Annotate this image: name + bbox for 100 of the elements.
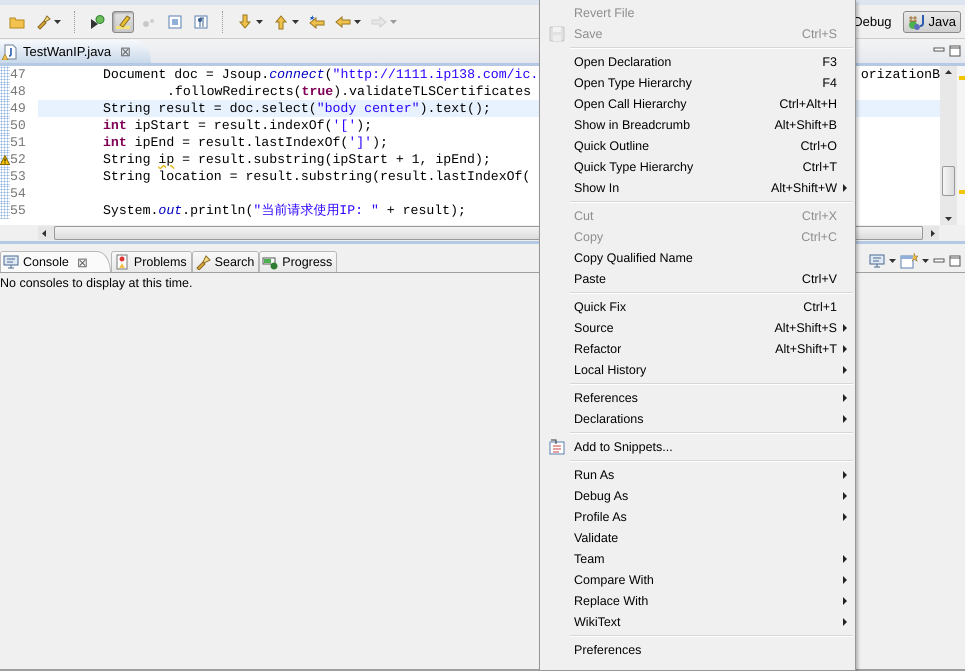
scroll-thumb[interactable]: [942, 166, 955, 196]
menu-item[interactable]: Compare With: [540, 569, 855, 590]
code-line: String result = doc.select("body center").text();: [103, 100, 491, 117]
view-tab[interactable]: Search: [192, 251, 260, 272]
scroll-left-icon[interactable]: [42, 230, 46, 236]
java-perspective-icon: [908, 14, 926, 30]
change-marker: [0, 202, 10, 219]
shortcut-text: Ctrl+O: [800, 138, 837, 152]
menu-item[interactable]: Quick Type Hierarchy Ctrl+T: [540, 156, 855, 177]
scroll-up-icon[interactable]: [945, 70, 952, 74]
frame-icon: [167, 14, 183, 30]
caret-icon: [922, 258, 929, 262]
play-badge-icon: [89, 14, 105, 30]
menu-item[interactable]: Debug As: [540, 485, 855, 506]
close-icon[interactable]: ⊠: [76, 254, 88, 270]
menu-item[interactable]: Source Alt+Shift+S: [540, 317, 855, 338]
arrow-down-icon: [237, 14, 253, 30]
menu-item[interactable]: Open Declaration F3: [540, 51, 855, 72]
menu-item[interactable]: WikiText: [540, 611, 855, 632]
code-line: .followRedirects(true).validateTLSCertificates: [167, 83, 532, 100]
menu-item[interactable]: Copy Qualified Name: [540, 247, 855, 268]
maximize-icon[interactable]: [949, 45, 961, 57]
menu-item[interactable]: Replace With: [540, 590, 855, 611]
menu-item[interactable]: Local History: [540, 359, 855, 380]
line-number: 53: [10, 168, 27, 185]
arrow-right-icon: [371, 14, 387, 30]
change-marker: [0, 117, 10, 134]
menu-item[interactable]: Open Type Hierarchy F4: [540, 72, 855, 93]
shortcut-text: Alt+Shift+W: [771, 180, 837, 194]
arrow-left-icon: [335, 14, 351, 30]
menu-item[interactable]: Team: [540, 548, 855, 569]
menu-item[interactable]: Profile As: [540, 506, 855, 527]
shortcut-text: Ctrl+S: [802, 26, 837, 40]
line-number: 47: [10, 66, 27, 83]
line-number: 50: [10, 117, 27, 134]
shortcut-text: Alt+Shift+B: [774, 118, 837, 132]
shortcut-text: Ctrl+C: [801, 230, 837, 244]
shortcut-text: Ctrl+X: [802, 208, 837, 222]
code-line: int ipStart = result.indexOf('[');: [103, 117, 372, 134]
new-window-icon[interactable]: [900, 252, 918, 270]
problems-icon: [114, 254, 130, 270]
menu-item[interactable]: Paste Ctrl+V: [540, 268, 855, 289]
flashlight-icon: [194, 254, 211, 270]
perspective-button[interactable]: Java: [902, 10, 961, 32]
shortcut-text: Ctrl+V: [802, 272, 837, 286]
change-marker: [0, 100, 10, 117]
shortcut-text: F4: [822, 76, 837, 90]
java-file-icon: [2, 44, 18, 60]
shortcut-text: F3: [822, 54, 837, 68]
annotation-marker: [959, 76, 965, 80]
caret-icon: [889, 258, 896, 262]
highlighter-icon: [115, 14, 131, 30]
minimize-icon[interactable]: [933, 256, 945, 266]
shortcut-text: Ctrl+1: [803, 300, 837, 314]
menu-item[interactable]: Quick Fix Ctrl+1: [540, 296, 855, 317]
menu-item[interactable]: Quick Outline Ctrl+O: [540, 135, 855, 156]
code-line: System.out.println("当前请求使用IP: " + result);: [103, 202, 466, 219]
menu-item[interactable]: Declarations: [540, 408, 855, 429]
menu-item[interactable]: Open Call Hierarchy Ctrl+Alt+H: [540, 93, 855, 114]
shortcut-text: Alt+Shift+S: [774, 320, 837, 334]
shortcut-text: Ctrl+Alt+H: [779, 96, 837, 110]
menu-item[interactable]: Show In Alt+Shift+W: [540, 177, 855, 198]
line-number: 49: [10, 100, 27, 117]
menu-item[interactable]: Add to Snippets...: [540, 436, 855, 457]
menu-item[interactable]: Validate: [540, 527, 855, 548]
line-number: 51: [10, 134, 27, 151]
flashlight-icon: [35, 14, 51, 30]
change-marker: [0, 66, 10, 83]
code-line: orizationB: [860, 66, 940, 83]
scroll-down-icon[interactable]: [945, 217, 952, 221]
view-tab[interactable]: Problems: [110, 251, 192, 272]
console-message: No consoles to display at this time.: [0, 275, 192, 290]
line-number: 54: [10, 185, 27, 202]
close-icon[interactable]: ⊠: [120, 44, 132, 59]
menu-item[interactable]: Refactor Alt+Shift+T: [540, 338, 855, 359]
monitor-icon: [3, 254, 19, 270]
view-tab[interactable]: Console ⊠: [0, 251, 111, 272]
line-number: 55: [10, 202, 27, 219]
maximize-icon[interactable]: [949, 254, 961, 266]
arrow-up-icon: [273, 14, 289, 30]
code-line: Document doc = Jsoup.connect("http://1111.ip138.com/ic.: [103, 66, 538, 83]
code-line: String ip = result.substring(ipStart + 1, ipEnd);: [103, 151, 491, 168]
menu-item[interactable]: Show in Breadcrumb Alt+Shift+B: [540, 114, 855, 135]
menu-item[interactable]: Preferences: [540, 639, 855, 660]
change-marker: [0, 168, 10, 185]
scroll-right-icon[interactable]: [931, 230, 935, 236]
shortcut-text: Ctrl+T: [802, 160, 837, 174]
code-line: int ipEnd = result.lastIndexOf(']');: [103, 134, 388, 151]
view-tab[interactable]: Progress: [259, 251, 338, 272]
change-marker: [0, 83, 10, 100]
document-icon: [193, 14, 209, 30]
code-line: String location = result.substring(result.lastIndexOf(: [103, 168, 530, 185]
monitor-icon[interactable]: [869, 252, 885, 268]
menu-item[interactable]: Run As: [540, 464, 855, 485]
editor-tab[interactable]: TestWanIP.java ⊠: [0, 40, 152, 63]
change-marker: [0, 185, 10, 202]
shortcut-text: Alt+Shift+T: [775, 342, 837, 356]
change-marker: [0, 134, 10, 151]
vertical-scrollbar[interactable]: [940, 66, 957, 225]
menu-item[interactable]: References: [540, 387, 855, 408]
